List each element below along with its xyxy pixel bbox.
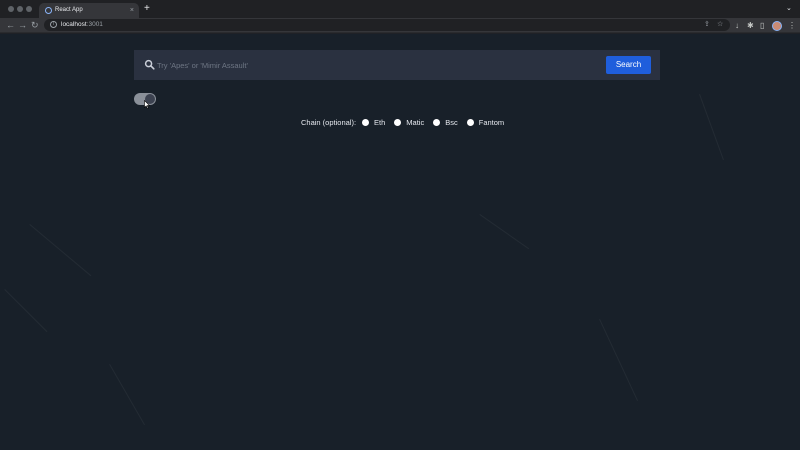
- chain-filter-label: Chain (optional):: [301, 117, 357, 127]
- page-content: Search Chain (optional): Eth Matic Bsc F…: [0, 34, 800, 450]
- globe-icon: [45, 7, 52, 14]
- background-texture: [29, 224, 92, 277]
- background-texture: [599, 319, 639, 401]
- address-bar[interactable]: i localhost:3001 ⇪ ☆: [44, 19, 730, 31]
- background-texture: [4, 289, 48, 333]
- radio-label: Matic: [406, 117, 425, 127]
- minimize-window-button[interactable]: [17, 6, 23, 12]
- sidebar-icon[interactable]: ▯: [760, 20, 764, 31]
- browser-toolbar: ← → ↻ i localhost:3001 ⇪ ☆ ↓ ✱ ▯ ⋮: [0, 18, 800, 33]
- search-button[interactable]: Search: [606, 56, 651, 74]
- search-icon: [144, 59, 155, 70]
- radio-label: Fantom: [478, 117, 505, 127]
- browser-tab-bar: React App × + ⌄: [0, 0, 800, 18]
- background-texture: [109, 364, 145, 426]
- background-texture: [479, 214, 530, 250]
- chain-filter: Chain (optional): Eth Matic Bsc Fantom: [301, 116, 513, 128]
- info-icon[interactable]: i: [50, 21, 57, 28]
- reload-icon[interactable]: ↻: [31, 19, 39, 31]
- radio-button[interactable]: [394, 118, 402, 126]
- radio-fantom[interactable]: Fantom: [466, 117, 505, 127]
- tab-title: React App: [55, 7, 83, 13]
- back-icon[interactable]: ←: [6, 19, 15, 31]
- tab-close-icon[interactable]: ×: [130, 5, 134, 16]
- radio-button[interactable]: [433, 118, 441, 126]
- forward-icon[interactable]: →: [18, 19, 27, 31]
- bookmark-star-icon[interactable]: ☆: [717, 19, 723, 31]
- radio-eth[interactable]: Eth: [362, 118, 385, 127]
- new-tab-button[interactable]: +: [144, 3, 150, 15]
- avatar[interactable]: [772, 21, 782, 31]
- share-icon[interactable]: ⇪: [704, 19, 710, 31]
- browser-tab[interactable]: React App ×: [39, 3, 139, 18]
- download-icon[interactable]: ↓: [735, 20, 739, 31]
- url-port: :3001: [86, 21, 103, 28]
- search-input[interactable]: [156, 54, 602, 76]
- url-text: localhost:3001: [61, 19, 103, 31]
- mouse-cursor-icon: [144, 100, 150, 109]
- close-window-button[interactable]: [8, 6, 14, 12]
- radio-label: Eth: [374, 117, 386, 127]
- url-host: localhost: [61, 21, 87, 28]
- extensions-icon[interactable]: ✱: [747, 20, 754, 31]
- radio-matic[interactable]: Matic: [394, 118, 424, 127]
- radio-button[interactable]: [466, 118, 474, 126]
- tab-search-icon[interactable]: ⌄: [786, 4, 792, 14]
- background-texture: [699, 94, 724, 161]
- maximize-window-button[interactable]: [26, 6, 32, 12]
- radio-label: Bsc: [445, 117, 458, 127]
- radio-button[interactable]: [362, 118, 370, 126]
- radio-bsc[interactable]: Bsc: [433, 118, 458, 127]
- menu-icon[interactable]: ⋮: [788, 20, 796, 31]
- search-bar: Search: [134, 50, 660, 80]
